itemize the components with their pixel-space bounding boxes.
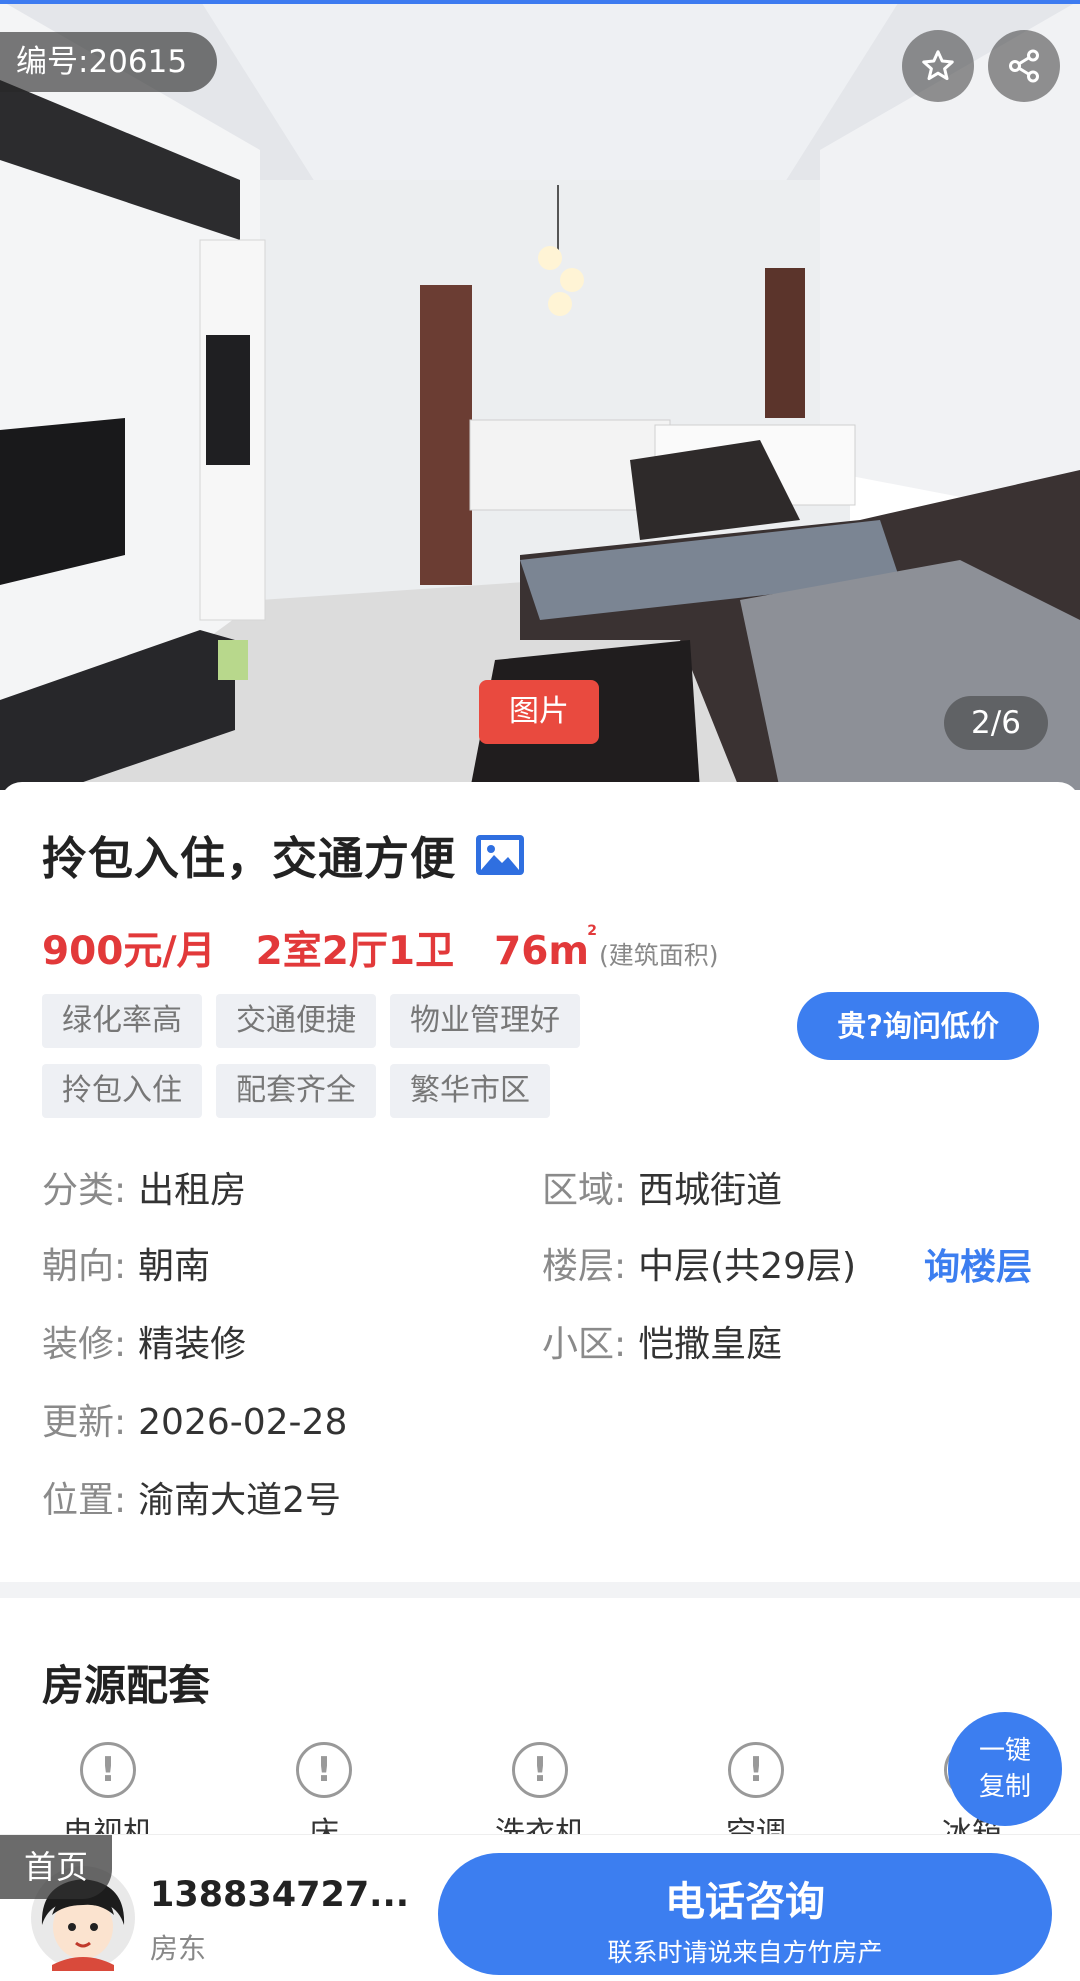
room-photo xyxy=(0,0,1080,790)
image-icon[interactable] xyxy=(474,833,526,877)
info-key: 分类: xyxy=(42,1170,127,1211)
favorite-button[interactable] xyxy=(902,30,974,102)
rent-price: 900元/月 xyxy=(42,929,216,974)
feature-tag: 绿化率高 xyxy=(42,994,202,1048)
info-key: 区域: xyxy=(542,1170,627,1211)
info-community: 小区: 恺撒皇庭 xyxy=(542,1322,782,1368)
top-accent-strip xyxy=(0,0,1080,4)
home-button[interactable]: 首页 xyxy=(0,1835,112,1899)
floor-area: 76m 2 xyxy=(494,923,597,974)
feature-tags: 绿化率高 交通便捷 物业管理好 拎包入住 配套齐全 繁华市区 xyxy=(42,994,622,1134)
call-sub-label: 联系时请说来自方竹房产 xyxy=(607,1938,883,1967)
info-value: 出租房 xyxy=(138,1170,247,1211)
photo-tab[interactable]: 图片 xyxy=(479,680,599,744)
section-divider xyxy=(0,1582,1080,1598)
bottom-contact-bar: 首页 138834727... 房东 电话咨询 联系时请说来自方竹房产 xyxy=(0,1834,1080,1981)
info-value: 恺撒皇庭 xyxy=(638,1324,783,1365)
area-value: 76m xyxy=(494,929,589,974)
copy-line-1: 一键 xyxy=(978,1736,1031,1766)
info-orientation: 朝向: 朝南 xyxy=(42,1244,210,1290)
info-value: 精装修 xyxy=(138,1324,247,1365)
phone-consult-button[interactable]: 电话咨询 联系时请说来自方竹房产 xyxy=(438,1853,1052,1975)
info-region: 区域: 西城街道 xyxy=(542,1168,782,1214)
feature-tag: 繁华市区 xyxy=(390,1064,550,1118)
info-value: 中层(共29层) xyxy=(638,1246,857,1287)
feature-tag: 物业管理好 xyxy=(390,994,580,1048)
info-category: 分类: 出租房 xyxy=(42,1168,246,1214)
share-icon xyxy=(1009,49,1039,83)
info-circle-icon: ! xyxy=(728,1742,784,1798)
one-click-copy-button[interactable]: 一键 复制 xyxy=(948,1712,1062,1826)
feature-tag: 拎包入住 xyxy=(42,1064,202,1118)
landlord-phone[interactable]: 138834727... xyxy=(150,1875,409,1915)
listing-title: 拎包入住，交通方便 xyxy=(42,832,457,885)
call-main-label: 电话咨询 xyxy=(665,1879,825,1925)
area-note: (建筑面积) xyxy=(599,941,719,970)
info-value: 渝南大道2号 xyxy=(138,1480,342,1521)
title-row: 拎包入住，交通方便 xyxy=(42,822,526,887)
info-updated: 更新: 2026-02-28 xyxy=(42,1400,347,1446)
info-circle-icon: ! xyxy=(512,1742,568,1798)
copy-line-2: 复制 xyxy=(978,1772,1031,1802)
info-value: 西城街道 xyxy=(638,1170,783,1211)
info-key: 装修: xyxy=(42,1324,127,1365)
info-key: 朝向: xyxy=(42,1246,127,1287)
info-circle-icon: ! xyxy=(80,1742,136,1798)
star-icon xyxy=(922,50,954,81)
info-value: 2026-02-28 xyxy=(138,1402,348,1443)
info-key: 更新: xyxy=(42,1402,127,1443)
info-floor: 楼层: 中层(共29层) xyxy=(542,1244,856,1290)
listing-id-badge: 编号:20615 xyxy=(0,32,218,92)
feature-tag: 配套齐全 xyxy=(216,1064,376,1118)
room-layout: 2室2厅1卫 xyxy=(255,929,455,974)
info-location: 位置: 渝南大道2号 xyxy=(42,1478,341,1524)
landlord-role: 房东 xyxy=(150,1932,207,1965)
info-key: 小区: xyxy=(542,1324,627,1365)
share-button[interactable] xyxy=(988,30,1060,102)
area-unit-sup: 2 xyxy=(587,923,597,939)
info-circle-icon: ! xyxy=(296,1742,352,1798)
feature-tag: 交通便捷 xyxy=(216,994,376,1048)
ask-lower-price-button[interactable]: 贵?询问低价 xyxy=(797,992,1039,1060)
info-key: 楼层: xyxy=(542,1246,627,1287)
price-row: 900元/月 2室2厅1卫 76m 2 (建筑面积) xyxy=(42,920,759,976)
listing-photo[interactable]: 编号:20615 图片 2/6 xyxy=(0,0,1080,790)
photo-counter: 2/6 xyxy=(944,696,1048,750)
ask-floor-link[interactable]: 询楼层 xyxy=(924,1238,1032,1290)
info-decoration: 装修: 精装修 xyxy=(42,1322,246,1368)
info-value: 朝南 xyxy=(138,1246,211,1287)
info-key: 位置: xyxy=(42,1480,127,1521)
amenities-section-title: 房源配套 xyxy=(42,1661,211,1710)
